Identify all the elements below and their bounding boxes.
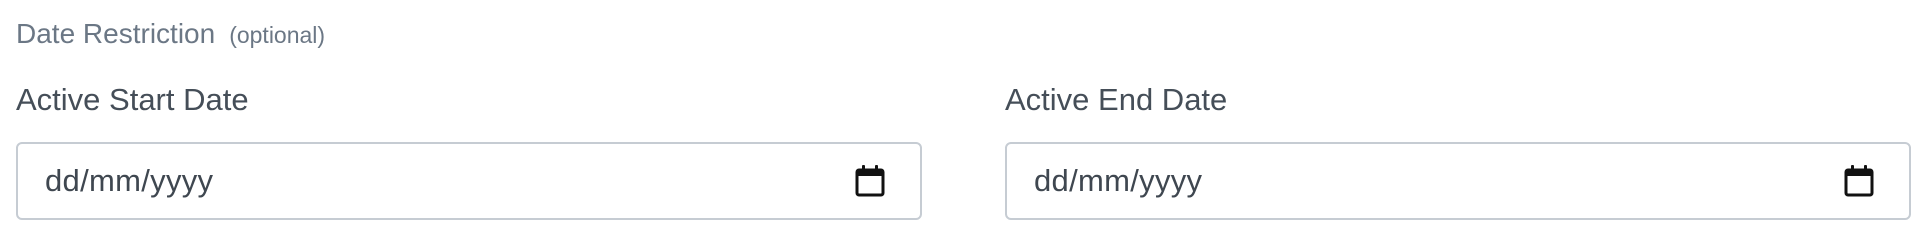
- active-end-date-field: Active End Date dd/mm/yyyy: [1005, 80, 1911, 220]
- active-end-date-input[interactable]: dd/mm/yyyy: [1005, 142, 1911, 220]
- active-start-date-field: Active Start Date dd/mm/yyyy: [16, 80, 922, 220]
- date-restriction-header: Date Restriction (optional): [16, 18, 325, 50]
- calendar-icon[interactable]: [1843, 164, 1875, 198]
- active-end-date-placeholder: dd/mm/yyyy: [1034, 163, 1203, 198]
- calendar-icon[interactable]: [854, 164, 886, 198]
- active-start-date-label: Active Start Date: [16, 82, 249, 117]
- active-start-date-input[interactable]: dd/mm/yyyy: [16, 142, 922, 220]
- optional-label: (optional): [229, 22, 326, 48]
- section-title: Date Restriction: [16, 18, 216, 49]
- active-end-date-label: Active End Date: [1005, 82, 1228, 117]
- active-start-date-placeholder: dd/mm/yyyy: [45, 163, 214, 198]
